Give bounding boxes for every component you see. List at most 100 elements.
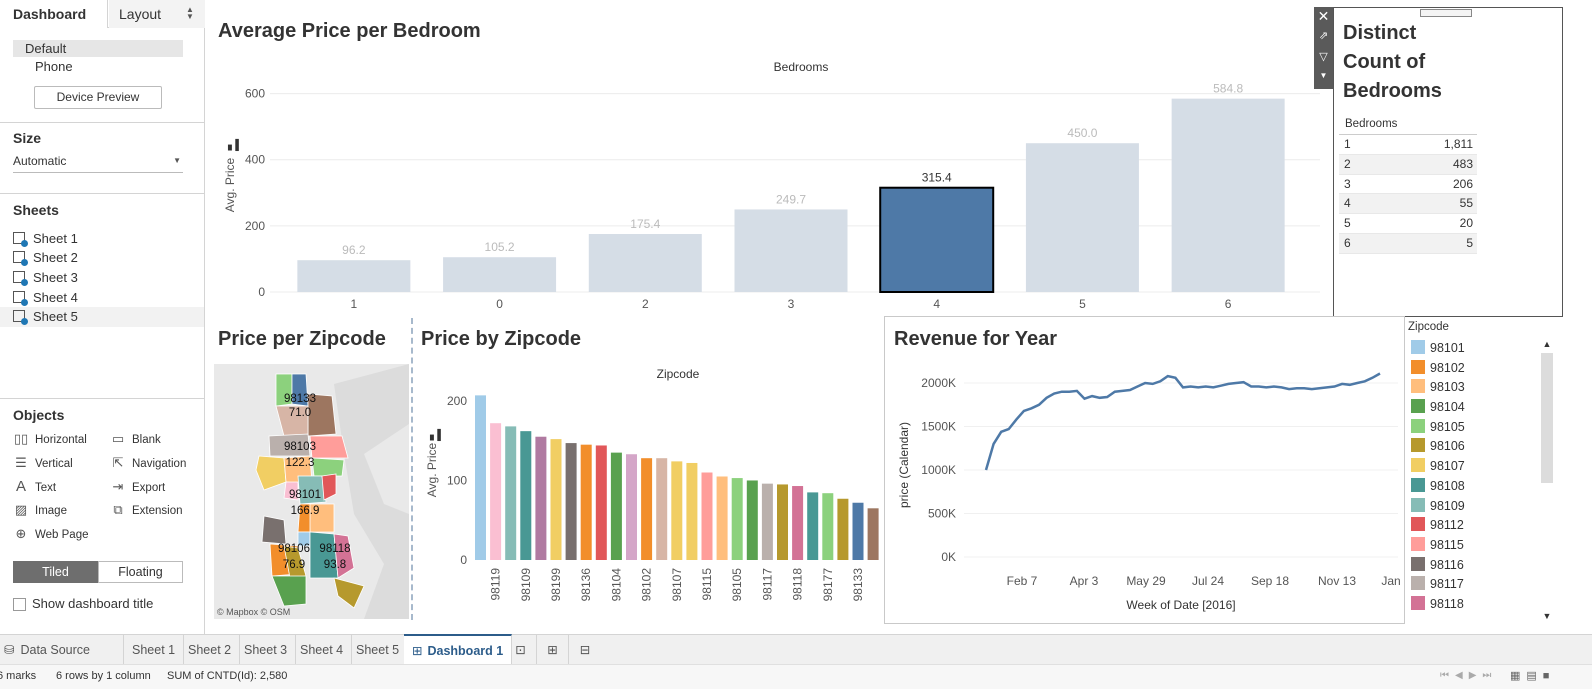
new-sheet-button[interactable]: ⊡ xyxy=(505,635,537,665)
table-row[interactable]: 1 1,811 xyxy=(1339,135,1477,155)
more-options-icon[interactable]: ▼ xyxy=(1314,67,1333,85)
tab-sheet-4[interactable]: Sheet 4 xyxy=(292,635,353,665)
legend-scrollbar[interactable]: ▲ ▼ xyxy=(1539,339,1555,621)
object-vertical[interactable]: ☰ Vertical xyxy=(13,455,73,471)
legend-item[interactable]: 98101 xyxy=(1411,339,1531,359)
bar[interactable] xyxy=(701,472,713,560)
bar[interactable] xyxy=(746,480,758,560)
bar[interactable] xyxy=(443,257,557,292)
show-title-checkbox[interactable] xyxy=(13,598,26,611)
bar[interactable] xyxy=(879,186,995,294)
view-mode-icons[interactable]: ▦▤■ xyxy=(1510,665,1555,687)
tab-sheet-3[interactable]: Sheet 3 xyxy=(236,635,297,665)
filter-icon[interactable]: ▽ xyxy=(1314,47,1333,67)
bar[interactable] xyxy=(656,458,668,560)
legend-item[interactable]: 98105 xyxy=(1411,418,1531,438)
bar[interactable] xyxy=(807,492,819,560)
sheet-item-1[interactable]: Sheet 1 xyxy=(13,229,203,249)
device-phone[interactable]: Phone xyxy=(13,58,183,75)
zipcode-legend[interactable]: 98101 98102 98103 98104 98105 98106 98107 98108… xyxy=(1411,339,1531,621)
bar[interactable] xyxy=(1025,143,1139,292)
bar[interactable] xyxy=(535,436,547,560)
bar[interactable] xyxy=(475,395,486,560)
object-image[interactable]: ▨ Image xyxy=(13,502,67,518)
scroll-up-icon[interactable]: ▲ xyxy=(1539,339,1555,353)
table-row[interactable]: 3 206 xyxy=(1339,174,1477,195)
legend-item[interactable]: 98104 xyxy=(1411,398,1531,418)
bar[interactable] xyxy=(867,508,879,560)
bar[interactable] xyxy=(761,483,773,560)
map-attribution[interactable]: © Mapbox © OSM xyxy=(217,607,290,617)
scroll-thumb[interactable] xyxy=(1541,353,1553,483)
tab-layout-spinner-icon[interactable]: ▲ ▼ xyxy=(186,6,194,21)
legend-item[interactable]: 98117 xyxy=(1411,575,1531,595)
sheet-item-5[interactable]: Sheet 5 xyxy=(0,307,204,327)
device-preview-button[interactable]: Device Preview xyxy=(34,86,162,109)
legend-item[interactable]: 98106 xyxy=(1411,437,1531,457)
size-select[interactable]: Automatic ▼ xyxy=(13,153,183,173)
legend-item[interactable]: 98108 xyxy=(1411,477,1531,497)
zipcode-bar-chart[interactable]: Zipcode Avg. Price▗▐ 0 100 200 98119 98109 9819… xyxy=(418,362,883,624)
legend-item[interactable]: 98116 xyxy=(1411,556,1531,576)
bar[interactable] xyxy=(792,486,804,560)
zipcode-map[interactable]: 98133 71.0 98103 122.3 98101 166.9 98106… xyxy=(214,364,409,619)
bar[interactable] xyxy=(565,443,577,560)
bar[interactable] xyxy=(580,444,592,560)
bar[interactable] xyxy=(588,234,702,292)
revenue-line[interactable] xyxy=(984,372,1381,471)
sheet-item-2[interactable]: Sheet 2 xyxy=(13,248,203,268)
legend-item[interactable]: 98115 xyxy=(1411,536,1531,556)
legend-item[interactable]: 98112 xyxy=(1411,516,1531,536)
floating-button[interactable]: Floating xyxy=(98,561,183,583)
table-row[interactable]: 4 55 xyxy=(1339,194,1477,215)
bar[interactable] xyxy=(626,454,637,560)
tab-dashboard-1[interactable]: ⊞ Dashboard 1 xyxy=(404,634,513,665)
page-nav-icons[interactable]: ⏮◀▶⏭ xyxy=(1440,665,1497,687)
object-web-page[interactable]: ⊕ Web Page xyxy=(13,526,89,542)
bar[interactable] xyxy=(595,445,607,560)
table-row[interactable]: 65 xyxy=(1339,233,1477,254)
object-export[interactable]: ⇥ Export xyxy=(110,479,166,495)
tab-data-source[interactable]: ⛁ Data Source xyxy=(0,635,124,665)
bar[interactable] xyxy=(1171,98,1285,293)
tab-sheet-2[interactable]: Sheet 2 xyxy=(180,635,241,665)
bar[interactable] xyxy=(297,260,411,292)
device-default[interactable]: Default xyxy=(13,40,183,57)
bar[interactable] xyxy=(505,426,517,560)
sheet-item-4[interactable]: Sheet 4 xyxy=(13,288,203,308)
sort-icon[interactable]: ▗▐ xyxy=(426,428,442,442)
object-extension[interactable]: ⧉ Extension xyxy=(110,502,182,518)
legend-item[interactable]: 98103 xyxy=(1411,378,1531,398)
bar[interactable] xyxy=(671,461,683,560)
object-horizontal[interactable]: ▯▯ Horizontal xyxy=(13,431,87,447)
close-icon[interactable]: ✕ xyxy=(1314,7,1333,25)
revenue-line-chart[interactable]: price (Calendar) 0K 500K 1000K 1500K 2000K Feb… xyxy=(886,360,1404,622)
object-text[interactable]: A Text xyxy=(13,479,56,495)
bar[interactable] xyxy=(716,476,728,560)
scroll-down-icon[interactable]: ▼ xyxy=(1539,611,1555,621)
legend-item[interactable]: 98118 xyxy=(1411,595,1531,615)
tab-sheet-5[interactable]: Sheet 5 xyxy=(348,635,409,665)
bar[interactable] xyxy=(641,458,653,560)
distinct-count-panel[interactable]: Distinct Count of Bedrooms Bedrooms 1 1,8… xyxy=(1333,7,1563,317)
tab-sheet-1[interactable]: Sheet 1 xyxy=(124,635,185,665)
legend-item[interactable]: 98107 xyxy=(1411,457,1531,477)
bar[interactable] xyxy=(731,478,743,560)
new-dashboard-button[interactable]: ⊞ xyxy=(537,635,569,665)
object-blank[interactable]: ▭ Blank xyxy=(110,431,161,447)
bedroom-bar-chart[interactable]: Bedrooms Avg. Price ▗▐ 0 200 400 600 96.2 1 105.2… xyxy=(210,55,1330,317)
table-row[interactable]: 5 20 xyxy=(1339,214,1477,234)
bar[interactable] xyxy=(777,484,788,560)
object-navigation[interactable]: ⇱ Navigation xyxy=(110,455,187,471)
legend-item[interactable]: 98109 xyxy=(1411,497,1531,517)
drag-handle[interactable] xyxy=(1420,9,1472,17)
new-story-button[interactable]: ⊟ xyxy=(569,635,601,665)
bar[interactable] xyxy=(520,431,532,560)
tab-dashboard[interactable]: Dashboard xyxy=(0,0,108,28)
bar[interactable] xyxy=(610,452,622,560)
bar[interactable] xyxy=(852,502,864,560)
bar[interactable] xyxy=(822,493,834,560)
bar[interactable] xyxy=(686,462,698,560)
bar[interactable] xyxy=(490,423,502,560)
bar[interactable] xyxy=(837,498,849,560)
